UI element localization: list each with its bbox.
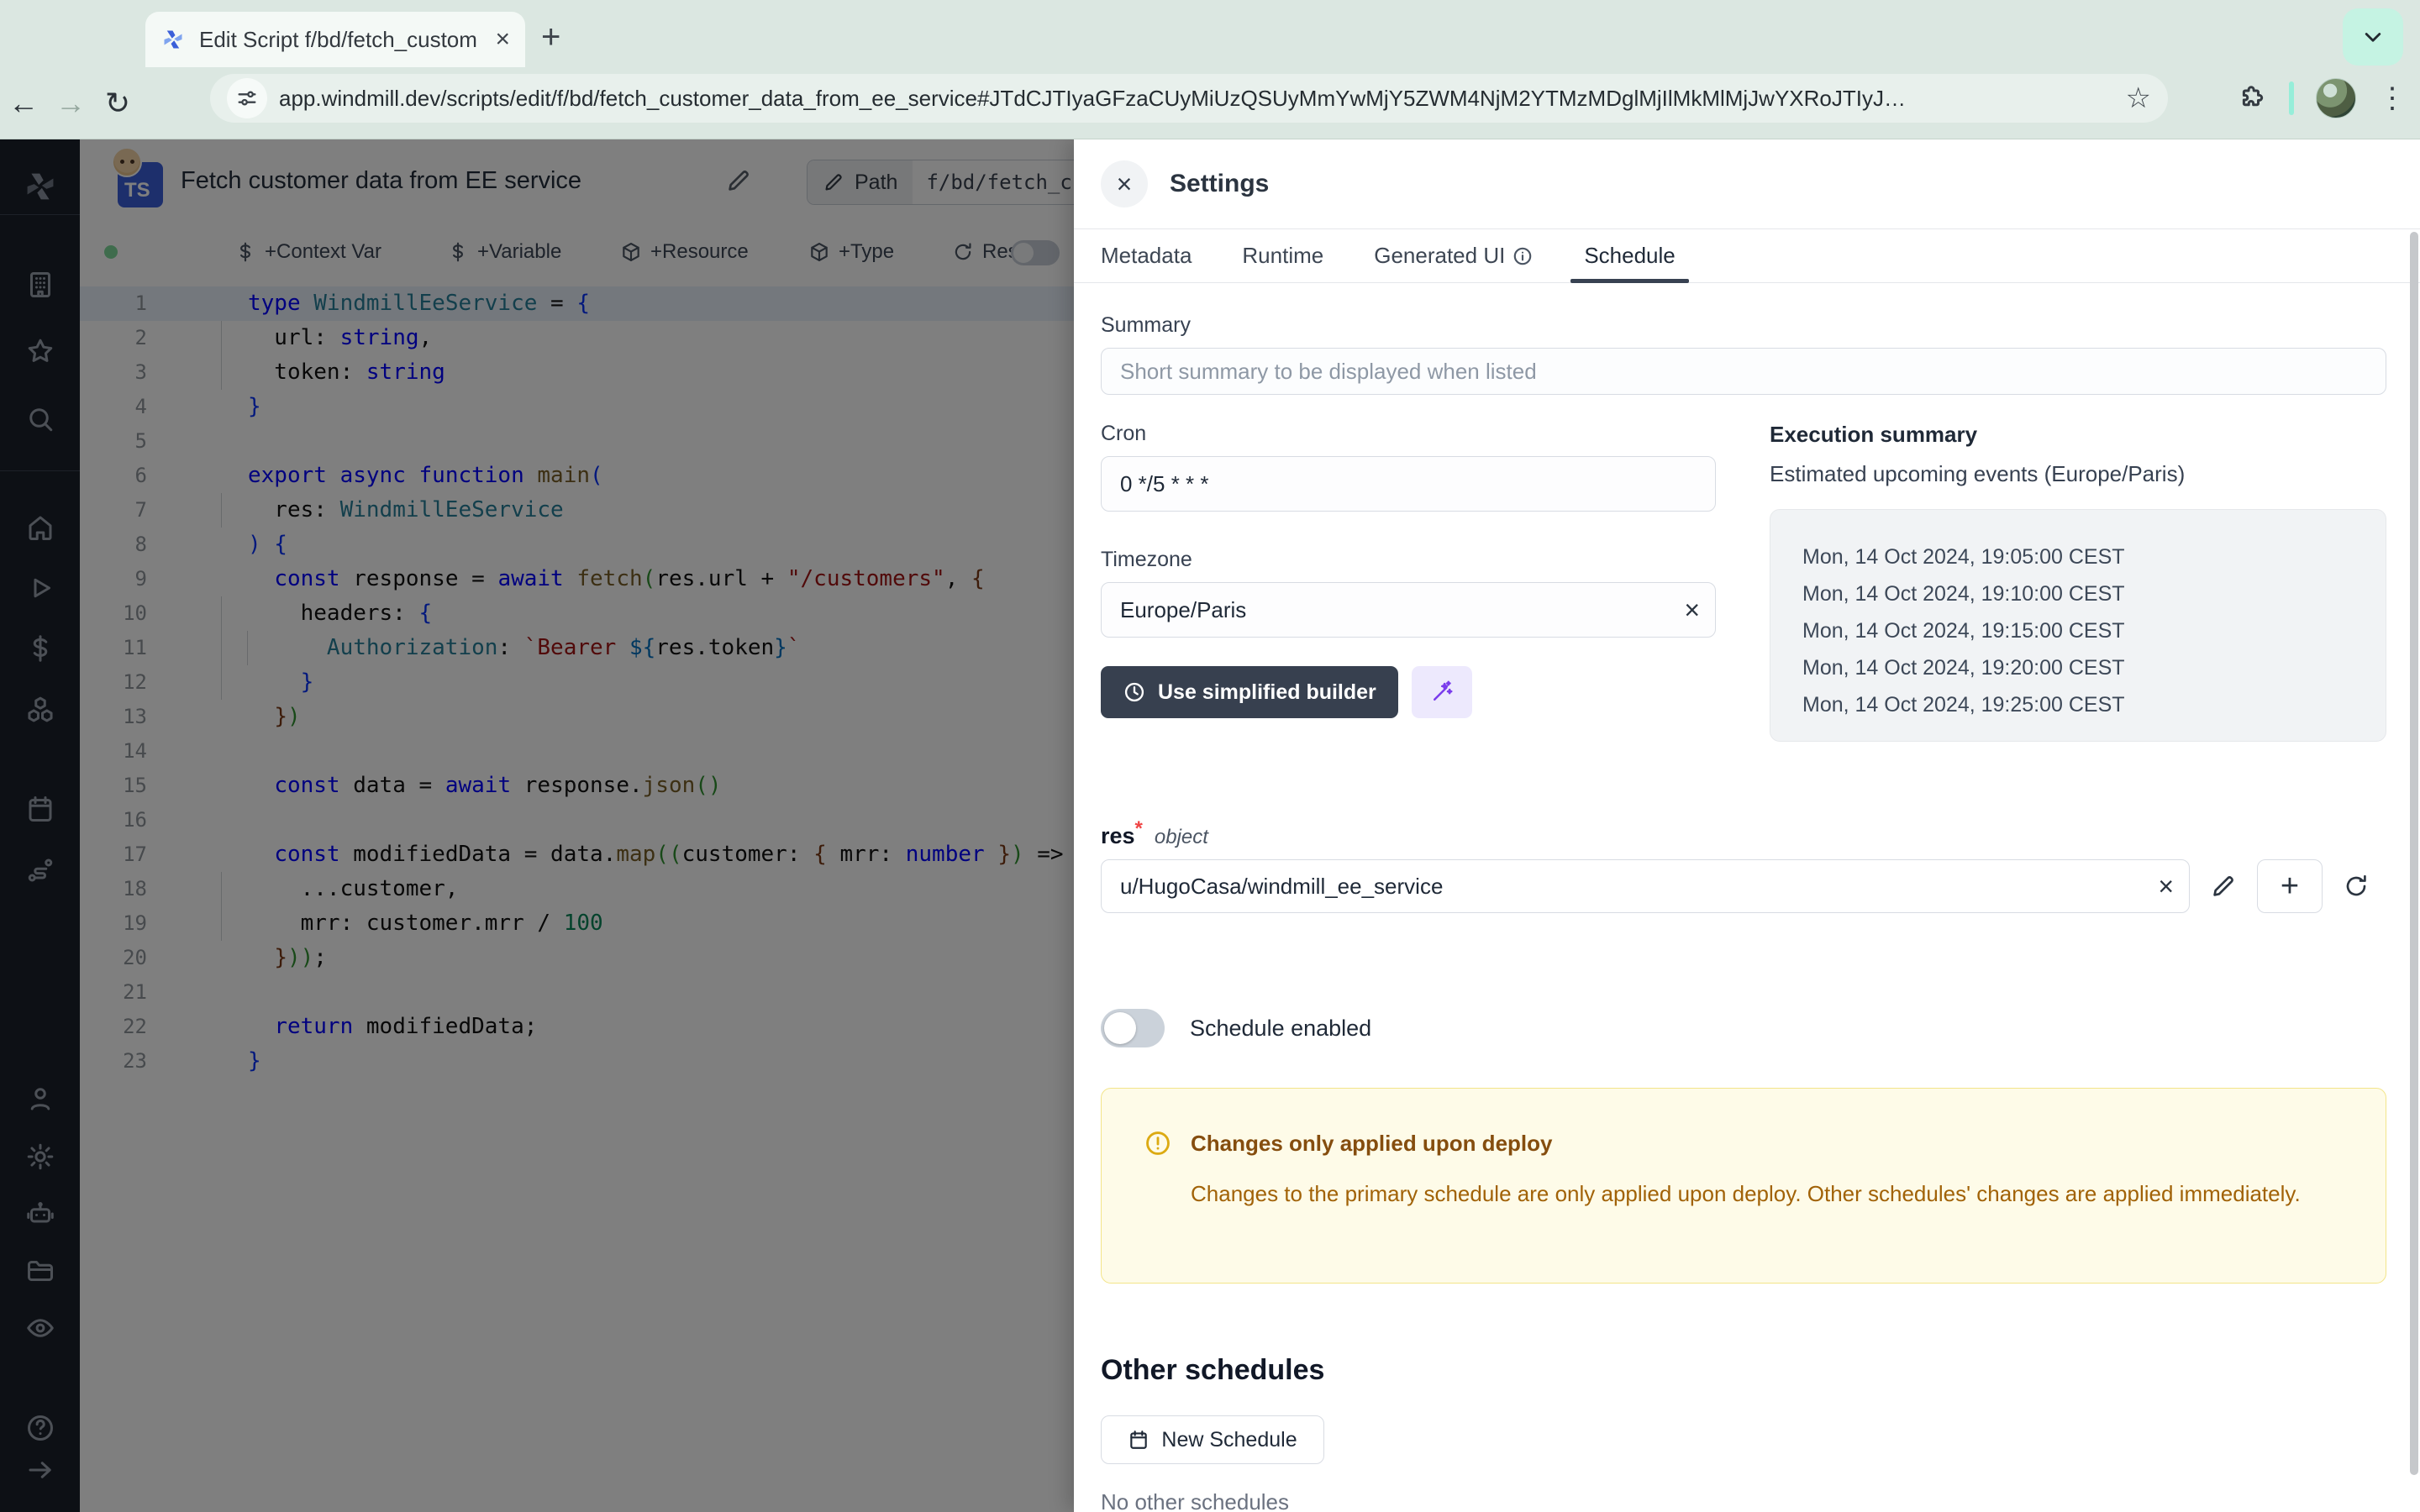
settings-drawer: × Settings Metadata Runtime Generated UI Sc… <box>1074 139 2420 1512</box>
chrome-actions: ⋮ <box>2237 74 2407 123</box>
required-asterisk: * <box>1135 817 1143 840</box>
refresh-resource-icon[interactable] <box>2343 873 2370 900</box>
browser-toolbar: ← → ↻ app.windmill.dev/scripts/edit/f/bd… <box>0 67 2420 139</box>
timezone-input[interactable]: Europe/Paris × <box>1101 582 1716 638</box>
divider <box>2289 81 2294 115</box>
timezone-value: Europe/Paris <box>1120 597 1246 623</box>
cron-input[interactable]: 0 */5 * * * <box>1101 456 1716 512</box>
upcoming-event: Mon, 14 Oct 2024, 19:10:00 CEST <box>1802 575 2386 612</box>
simplified-builder-button[interactable]: Use simplified builder <box>1101 666 1398 718</box>
reload-button[interactable]: ↻ <box>94 86 141 121</box>
builder-button-label: Use simplified builder <box>1158 680 1376 705</box>
upcoming-event: Mon, 14 Oct 2024, 19:20:00 CEST <box>1802 649 2386 686</box>
address-bar[interactable]: app.windmill.dev/scripts/edit/f/bd/fetch… <box>210 74 2168 123</box>
res-field-type: object <box>1155 826 1208 849</box>
clear-res-icon[interactable]: × <box>2158 873 2174 900</box>
url-text: app.windmill.dev/scripts/edit/f/bd/fetch… <box>279 86 2112 112</box>
drawer-scrollbar[interactable] <box>2410 232 2418 1475</box>
res-field-name: res* <box>1101 817 1143 849</box>
tune-icon <box>235 87 259 110</box>
warning-circle-icon <box>1144 1129 1172 1158</box>
other-schedules-heading: Other schedules <box>1101 1354 2386 1387</box>
new-tab-button[interactable]: + <box>541 20 560 54</box>
tab-generated-ui[interactable]: Generated UI <box>1360 229 1547 282</box>
schedule-enabled-label: Schedule enabled <box>1190 1016 1371 1042</box>
chevron-down-icon <box>2359 23 2387 51</box>
schedule-enabled-toggle[interactable] <box>1101 1009 1165 1047</box>
cron-label: Cron <box>1101 422 1716 446</box>
no-other-schedules-text: No other schedules <box>1101 1489 2386 1512</box>
warning-body: Changes to the primary schedule are only… <box>1191 1176 2344 1211</box>
res-value: u/HugoCasa/windmill_ee_service <box>1120 874 1443 900</box>
tab-close-icon[interactable]: × <box>495 27 510 52</box>
summary-label: Summary <box>1101 313 2386 338</box>
tab-strip: Edit Script f/bd/fetch_custom × + <box>0 0 2420 67</box>
info-icon <box>1512 245 1534 267</box>
tab-title: Edit Script f/bd/fetch_custom <box>199 27 487 53</box>
warning-title: Changes only applied upon deploy <box>1191 1131 1552 1157</box>
upcoming-event: Mon, 14 Oct 2024, 19:05:00 CEST <box>1802 538 2386 575</box>
new-schedule-button[interactable]: New Schedule <box>1101 1415 1324 1464</box>
browser-chrome: Edit Script f/bd/fetch_custom × + ← → ↻ … <box>0 0 2420 139</box>
tab-search-button[interactable] <box>2343 8 2403 66</box>
summary-input[interactable]: Short summary to be displayed when liste… <box>1101 348 2386 395</box>
windmill-favicon-icon <box>160 27 186 52</box>
profile-avatar[interactable] <box>2316 78 2356 118</box>
clock-icon <box>1123 680 1146 704</box>
bookmark-star-icon[interactable]: ☆ <box>2126 81 2151 115</box>
add-resource-button[interactable]: + <box>2257 859 2323 913</box>
settings-tabbar: Metadata Runtime Generated UI Schedule <box>1074 228 2420 283</box>
menu-kebab-icon[interactable]: ⋮ <box>2378 81 2407 115</box>
ai-wand-button[interactable] <box>1412 666 1472 718</box>
close-button[interactable]: × <box>1101 160 1148 207</box>
edit-resource-pencil-icon[interactable] <box>2210 873 2237 900</box>
timezone-label: Timezone <box>1101 548 1716 572</box>
browser-tab[interactable]: Edit Script f/bd/fetch_custom × <box>145 12 525 67</box>
res-field: res* object u/HugoCasa/windmill_ee_servi… <box>1101 817 2386 913</box>
tab-schedule[interactable]: Schedule <box>1570 229 1688 282</box>
drawer-body: Summary Short summary to be displayed wh… <box>1074 283 2420 1512</box>
execution-summary-heading: Execution summary <box>1770 422 2386 448</box>
execution-summary-subtitle: Estimated upcoming events (Europe/Paris) <box>1770 461 2386 487</box>
site-info-button[interactable] <box>227 78 267 118</box>
deploy-warning: Changes only applied upon deploy Changes… <box>1101 1088 2386 1284</box>
calendar-icon <box>1128 1429 1150 1451</box>
screen: Edit Script f/bd/fetch_custom × + ← → ↻ … <box>0 0 2420 1512</box>
drawer-title: Settings <box>1170 170 1269 198</box>
drawer-header: × Settings <box>1074 139 2420 228</box>
wand-icon <box>1429 680 1455 705</box>
upcoming-events-panel: Mon, 14 Oct 2024, 19:05:00 CESTMon, 14 O… <box>1770 509 2386 742</box>
tab-metadata[interactable]: Metadata <box>1087 229 1205 282</box>
forward-button[interactable]: → <box>47 86 94 121</box>
extensions-icon[interactable] <box>2237 83 2267 113</box>
upcoming-event: Mon, 14 Oct 2024, 19:25:00 CEST <box>1802 686 2386 723</box>
clear-timezone-icon[interactable]: × <box>1684 596 1700 623</box>
new-schedule-label: New Schedule <box>1161 1428 1297 1452</box>
upcoming-event: Mon, 14 Oct 2024, 19:15:00 CEST <box>1802 612 2386 649</box>
back-button[interactable]: ← <box>0 86 47 121</box>
tab-runtime[interactable]: Runtime <box>1228 229 1337 282</box>
res-input[interactable]: u/HugoCasa/windmill_ee_service × <box>1101 859 2190 913</box>
